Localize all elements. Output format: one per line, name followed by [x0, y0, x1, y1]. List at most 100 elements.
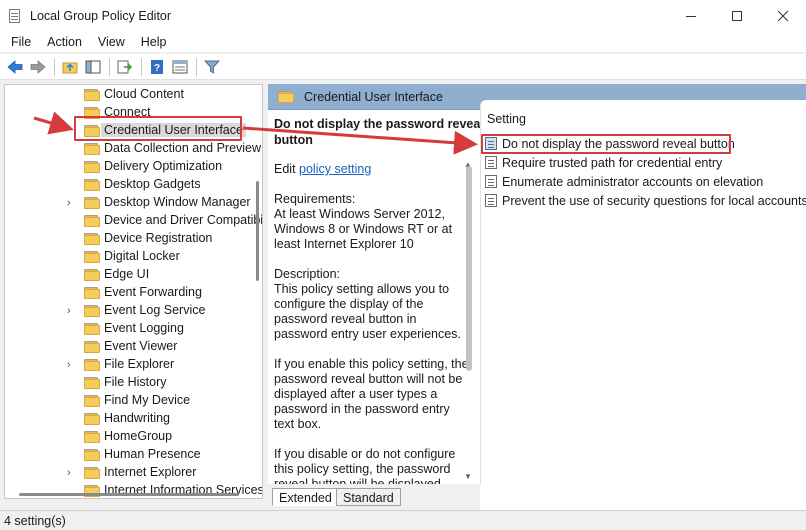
- close-icon: [777, 10, 789, 22]
- policy-setting-link[interactable]: policy setting: [299, 162, 371, 176]
- tree-item[interactable]: Internet Information Services: [5, 482, 262, 498]
- column-header-setting[interactable]: Setting: [487, 112, 526, 126]
- tree-item-label: Device and Driver Compatibility: [104, 213, 263, 227]
- maximize-icon: [732, 11, 742, 21]
- tree-item-label: File Explorer: [104, 357, 175, 371]
- folder-icon: [84, 323, 100, 335]
- back-icon: [7, 59, 23, 74]
- setting-row[interactable]: Enumerate administrator accounts on elev…: [485, 172, 763, 191]
- tree-item[interactable]: Device and Driver Compatibility: [5, 212, 263, 230]
- minimize-button[interactable]: [668, 0, 714, 32]
- properties-button[interactable]: [169, 56, 191, 78]
- chevron-right-icon[interactable]: ›: [67, 197, 77, 209]
- policy-setting-icon: [485, 194, 497, 207]
- tree-pane[interactable]: Cloud Content Connect Credential User Inte…: [4, 84, 263, 499]
- tree-item-label: Internet Explorer: [104, 465, 197, 479]
- setting-label: Prevent the use of security questions fo…: [502, 193, 806, 208]
- folder-icon: [84, 377, 100, 389]
- folder-icon: [84, 305, 100, 317]
- status-text: 4 setting(s): [4, 514, 66, 528]
- up-folder-button[interactable]: [59, 56, 81, 78]
- folder-icon: [84, 467, 100, 479]
- minimize-icon: [686, 16, 696, 17]
- show-hide-tree-icon: [85, 60, 101, 73]
- tree-item[interactable]: Handwriting: [5, 410, 262, 428]
- folder-icon: [84, 359, 100, 371]
- forward-button[interactable]: [27, 56, 49, 78]
- folder-icon: [84, 89, 100, 101]
- folder-icon: [84, 449, 100, 461]
- show-hide-tree-button[interactable]: [82, 56, 104, 78]
- tree-item[interactable]: › Desktop Window Manager: [5, 194, 262, 212]
- menu-view[interactable]: View: [90, 35, 133, 49]
- folder-icon: [84, 431, 100, 443]
- svg-text:?: ?: [154, 63, 160, 74]
- tree-item[interactable]: Data Collection and Preview: [5, 140, 262, 158]
- menu-bar: File Action View Help: [0, 32, 806, 52]
- extended-description-pane: Do not display the password reveal butto…: [268, 110, 480, 484]
- folder-icon: [84, 215, 100, 227]
- properties-icon: [172, 60, 188, 73]
- folder-icon: [278, 91, 294, 103]
- tree-item[interactable]: Delivery Optimization: [5, 158, 262, 176]
- chevron-right-icon[interactable]: ›: [67, 359, 77, 371]
- status-bar: 4 setting(s): [0, 510, 806, 530]
- description-scrollbar[interactable]: [466, 166, 472, 371]
- folder-icon: [84, 161, 100, 173]
- disable-text: If you disable or do not configure this …: [274, 447, 456, 484]
- scroll-down-icon[interactable]: ▼: [464, 472, 472, 481]
- export-list-button[interactable]: [114, 56, 136, 78]
- requirements-text: Requirements: At least Windows Server 20…: [274, 192, 453, 251]
- setting-row[interactable]: Require trusted path for credential entr…: [485, 153, 722, 172]
- tree-item[interactable]: Human Presence: [5, 446, 262, 464]
- tree-item[interactable]: HomeGroup: [5, 428, 262, 446]
- tree-item-label: Digital Locker: [104, 249, 180, 263]
- chevron-right-icon[interactable]: ›: [67, 467, 77, 479]
- folder-icon: [84, 197, 100, 209]
- tree-item-label: Event Log Service: [104, 303, 206, 317]
- back-button[interactable]: [4, 56, 26, 78]
- tree-item[interactable]: Device Registration: [5, 230, 262, 248]
- tree-item[interactable]: Digital Locker: [5, 248, 262, 266]
- tree-item[interactable]: › File Explorer: [5, 356, 262, 374]
- menu-help[interactable]: Help: [133, 35, 175, 49]
- policy-title-continued: button: [274, 133, 313, 147]
- policy-setting-icon: [485, 156, 497, 169]
- tree-item-label: Handwriting: [104, 411, 171, 425]
- tree-item[interactable]: › Event Log Service: [5, 302, 262, 320]
- window-title: Local Group Policy Editor: [30, 9, 172, 23]
- maximize-button[interactable]: [714, 0, 760, 32]
- help-button[interactable]: ?: [146, 56, 168, 78]
- tree-item[interactable]: Cloud Content: [5, 86, 262, 104]
- tree-item[interactable]: › Internet Explorer: [5, 464, 262, 482]
- tree-item[interactable]: Event Viewer: [5, 338, 262, 356]
- chevron-right-icon[interactable]: ›: [67, 305, 77, 317]
- edit-line: Edit policy setting: [274, 162, 470, 177]
- tab-extended[interactable]: Extended: [272, 488, 339, 506]
- description-text: Description: This policy setting allows …: [274, 267, 461, 341]
- tree-item[interactable]: File History: [5, 374, 262, 392]
- tree-vertical-scrollbar[interactable]: [256, 181, 259, 281]
- folder-icon: [84, 341, 100, 353]
- tree-item[interactable]: Event Logging: [5, 320, 262, 338]
- folder-icon: [84, 269, 100, 281]
- folder-icon: [84, 233, 100, 245]
- tree-item[interactable]: Edge UI: [5, 266, 262, 284]
- title-bar: Local Group Policy Editor: [0, 0, 806, 32]
- view-tabs: Extended Standard: [268, 484, 480, 510]
- toolbar: ?: [0, 54, 806, 80]
- enable-text: If you enable this policy setting, the p…: [274, 357, 469, 431]
- filter-button[interactable]: [201, 56, 223, 78]
- tree-horizontal-scrollbar[interactable]: [19, 493, 239, 496]
- menu-action[interactable]: Action: [39, 35, 90, 49]
- tree-item[interactable]: Find My Device: [5, 392, 262, 410]
- tree-item-label: Desktop Gadgets: [104, 177, 201, 191]
- close-button[interactable]: [760, 0, 806, 32]
- policy-setting-icon: [485, 175, 497, 188]
- tab-standard[interactable]: Standard: [336, 488, 401, 506]
- menu-file[interactable]: File: [3, 35, 39, 49]
- tree-item[interactable]: Event Forwarding: [5, 284, 262, 302]
- tree-item[interactable]: Desktop Gadgets: [5, 176, 262, 194]
- forward-icon: [30, 59, 46, 74]
- setting-row[interactable]: Prevent the use of security questions fo…: [485, 191, 806, 210]
